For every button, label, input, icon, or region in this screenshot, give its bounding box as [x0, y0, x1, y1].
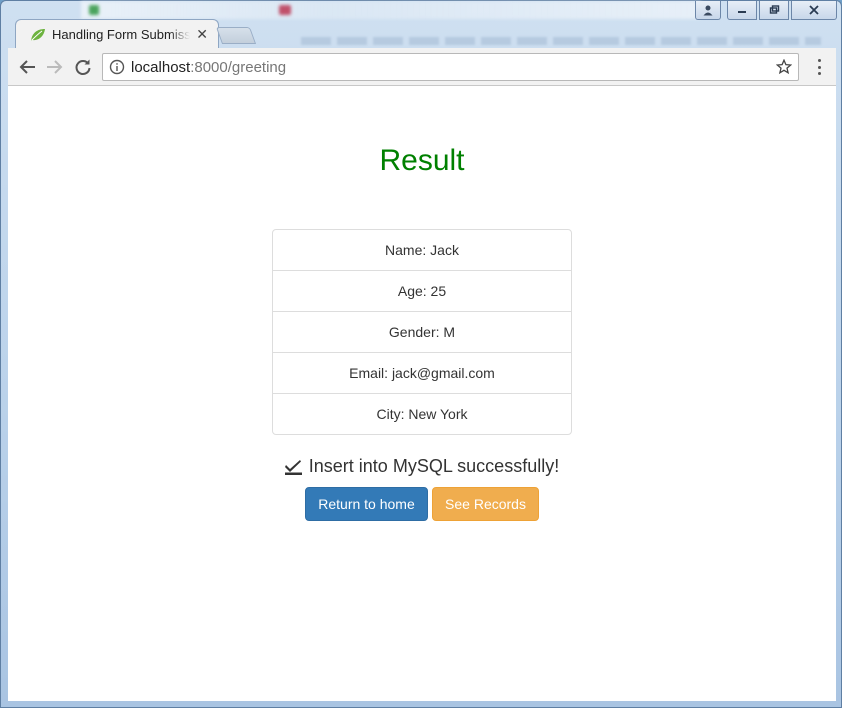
reload-icon: [75, 59, 91, 75]
status-text: Insert into MySQL successfully!: [308, 456, 560, 476]
new-tab-button[interactable]: [215, 27, 257, 44]
action-buttons: Return to home See Records: [8, 487, 836, 521]
window-caption-buttons: [695, 1, 837, 20]
list-item-age: Age: 25: [273, 270, 571, 311]
list-item-city: City: New York: [273, 393, 571, 434]
active-tab[interactable]: Handling Form Submission ✕: [15, 19, 219, 49]
bookmark-star-icon[interactable]: [776, 59, 792, 75]
menu-dot: [817, 59, 821, 62]
leaf-icon: [31, 28, 45, 41]
list-item-name: Name: Jack: [385, 242, 459, 258]
page-title: Result: [379, 144, 465, 177]
forward-arrow-icon: [47, 60, 63, 74]
address-bar[interactable]: localhost:8000/greeting: [102, 53, 799, 81]
browser-toolbar: localhost:8000/greeting: [8, 48, 836, 86]
menu-dot: [817, 65, 821, 69]
check-square-icon: [284, 459, 302, 475]
page-viewport: Result Name: Jack Age: 25 Gender: M Emai…: [8, 86, 836, 701]
user-profile-button[interactable]: [695, 1, 721, 20]
list-item-email: Email: jack@gmail.com: [273, 352, 571, 393]
return-home-button[interactable]: Return to home: [305, 487, 428, 521]
restore-icon: [769, 5, 779, 14]
close-icon: [809, 5, 819, 15]
list-item-gender: Gender: M: [273, 311, 571, 352]
browser-window: Handling Form Submission ✕ localhost:800…: [0, 0, 842, 708]
menu-dot: [817, 72, 821, 75]
tab-title: Handling Form Submission: [52, 27, 191, 42]
back-arrow-icon: [19, 60, 35, 74]
info-icon[interactable]: [109, 59, 125, 75]
see-records-button[interactable]: See Records: [432, 487, 539, 521]
url-host: localhost: [131, 58, 191, 76]
browser-menu-button[interactable]: [812, 57, 826, 77]
maximize-button[interactable]: [759, 1, 789, 20]
back-button[interactable]: [16, 56, 38, 78]
tab-close-icon[interactable]: ✕: [196, 26, 208, 43]
reload-button[interactable]: [72, 56, 94, 78]
status-message: Insert into MySQL successfully!: [8, 456, 836, 477]
minimize-button[interactable]: [727, 1, 757, 20]
minimize-icon: [738, 11, 746, 13]
details-list: Name: Jack Age: 25 Gender: M Email: jack…: [272, 229, 572, 435]
close-window-button[interactable]: [791, 1, 837, 20]
background-tabs: [81, 1, 701, 19]
background-bookmarks-blur: [301, 37, 821, 45]
user-icon: [703, 5, 713, 16]
forward-button[interactable]: [44, 56, 66, 78]
url-path: :8000/greeting: [190, 58, 287, 76]
